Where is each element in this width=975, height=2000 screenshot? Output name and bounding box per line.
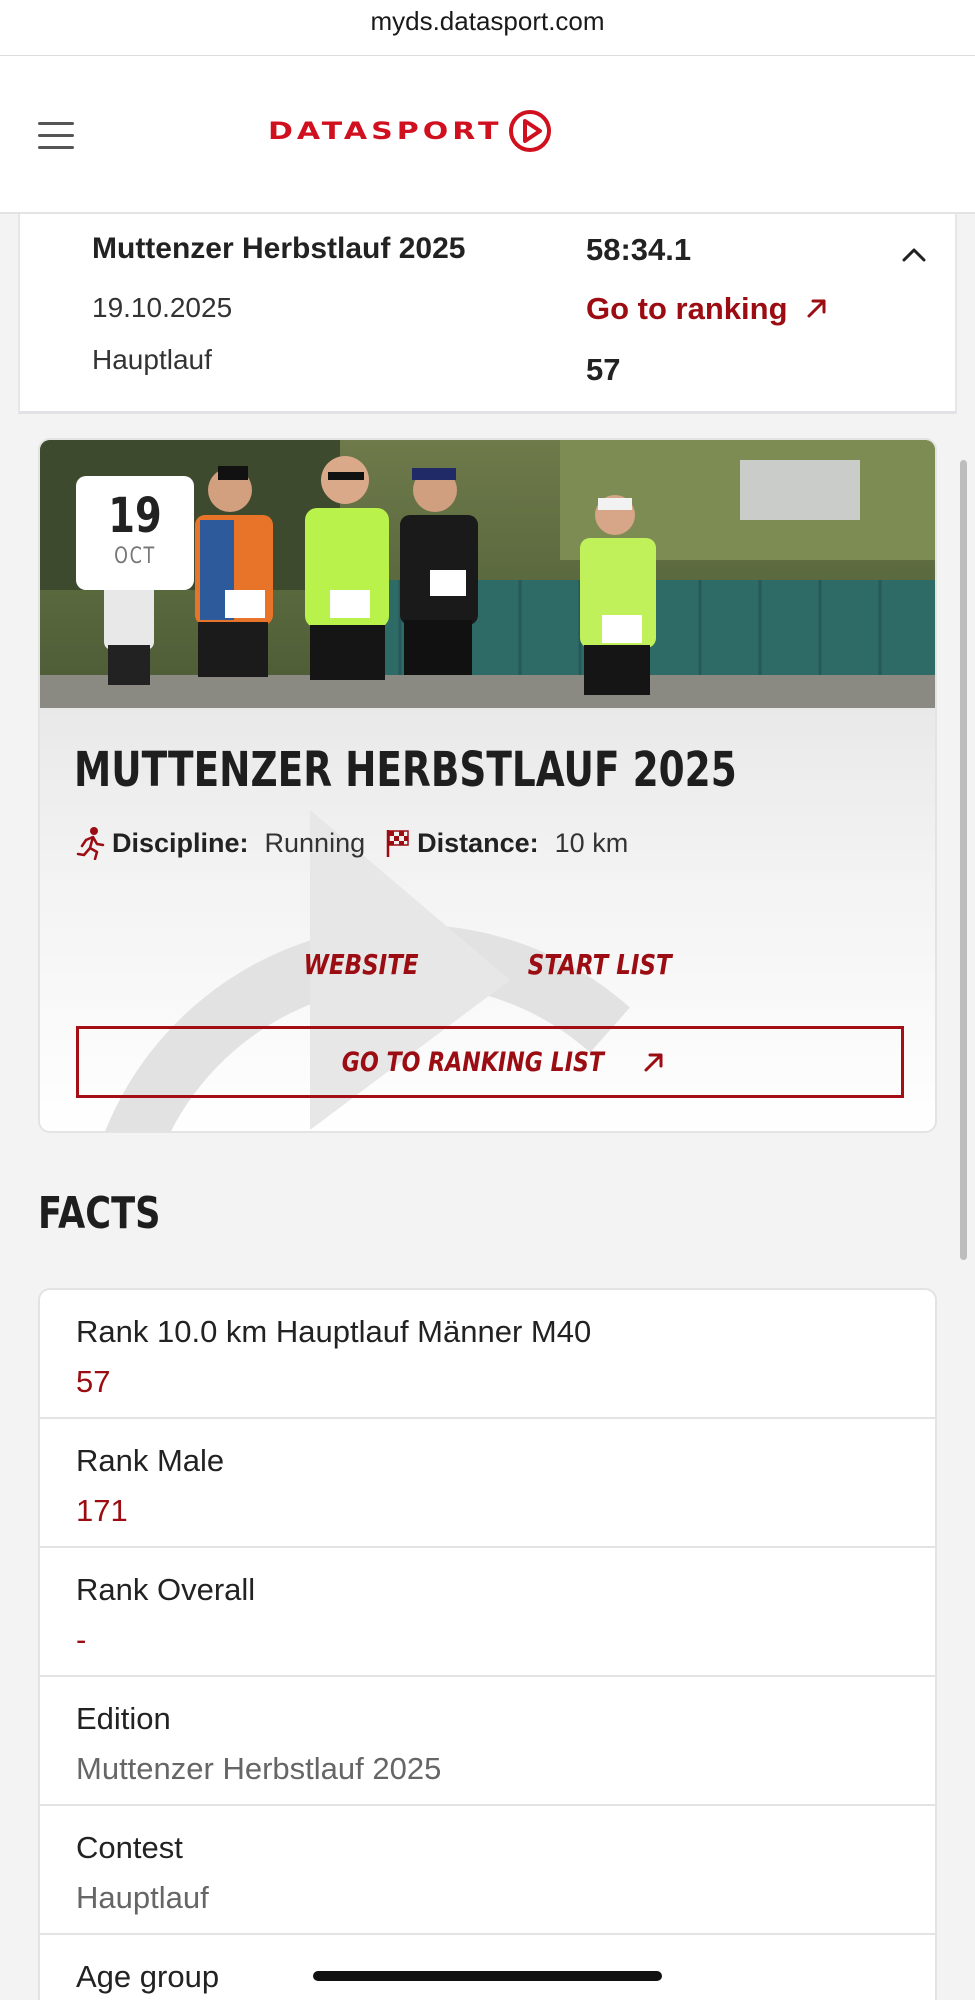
summary-event-title: Muttenzer Herbstlauf 2025 xyxy=(92,232,466,265)
chevron-up-icon[interactable] xyxy=(900,244,928,264)
fact-row: Age group xyxy=(40,1935,935,2000)
event-date-day: 19 xyxy=(108,488,162,544)
fact-value: Muttenzer Herbstlauf 2025 xyxy=(76,1751,442,1786)
fact-row: Rank 10.0 km Hauptlauf Männer M40 57 xyxy=(40,1290,935,1419)
fact-row: Rank Overall - xyxy=(40,1548,935,1677)
summary-contest: Hauptlauf xyxy=(92,344,212,375)
fact-label: Rank 10.0 km Hauptlauf Männer M40 xyxy=(76,1314,592,1349)
facts-list: Rank 10.0 km Hauptlauf Männer M40 57 Ran… xyxy=(38,1288,937,2000)
go-to-ranking-list-button[interactable]: GO TO RANKING LIST xyxy=(76,1026,904,1098)
summary-date: 19.10.2025 xyxy=(92,292,233,323)
fact-label: Rank Overall xyxy=(76,1572,256,1607)
event-links: WEBSITE START LIST xyxy=(40,948,935,981)
runner-icon xyxy=(76,827,105,860)
fact-value: Hauptlauf xyxy=(76,1880,209,1915)
logo-text: DATASPORT xyxy=(268,117,503,145)
fact-label: Contest xyxy=(76,1830,183,1865)
go-to-ranking-label: Go to ranking xyxy=(586,291,788,326)
result-summary-card: Muttenzer Herbstlauf 2025 19.10.2025 Hau… xyxy=(18,214,957,414)
menu-icon[interactable] xyxy=(38,122,74,150)
distance-value: 10 km xyxy=(554,827,629,858)
page-scrollbar[interactable] xyxy=(960,460,967,1260)
home-indicator[interactable] xyxy=(313,1971,662,1981)
event-date-month: OCT xyxy=(114,544,156,569)
facts-heading: FACTS xyxy=(38,1188,161,1239)
arrow-up-right-icon xyxy=(807,299,826,318)
fact-row: Rank Male 171 xyxy=(40,1419,935,1548)
site-header: DATASPORT xyxy=(0,56,975,214)
fact-value: - xyxy=(76,1622,87,1657)
checkered-flag-icon xyxy=(386,830,409,857)
event-hero-image: 19 OCT xyxy=(40,440,935,708)
arrow-up-right-icon xyxy=(644,1053,663,1072)
fact-value: 57 xyxy=(76,1364,111,1399)
summary-time: 58:34.1 xyxy=(586,232,692,267)
browser-url-bar[interactable]: myds.datasport.com xyxy=(0,0,975,56)
discipline-value: Running xyxy=(264,827,366,858)
url-text: myds.datasport.com xyxy=(370,6,605,36)
go-to-ranking-link[interactable]: Go to ranking xyxy=(586,291,830,327)
fact-value: 171 xyxy=(76,1493,128,1528)
fact-row: Edition Muttenzer Herbstlauf 2025 xyxy=(40,1677,935,1806)
fact-row: Contest Hauptlauf xyxy=(40,1806,935,1935)
website-link[interactable]: WEBSITE xyxy=(304,948,419,981)
ranking-button-label: GO TO RANKING LIST xyxy=(341,1046,605,1078)
event-title: MUTTENZER HERBSTLAUF 2025 xyxy=(74,742,737,798)
summary-rank: 57 xyxy=(586,352,621,387)
datasport-play-icon xyxy=(509,110,552,152)
event-date-badge: 19 OCT xyxy=(76,476,194,590)
discipline-label: Discipline: xyxy=(112,827,249,858)
event-meta: Discipline: Running Distance: 10 km xyxy=(76,826,628,860)
event-card: 19 OCT MUTTENZER HERBSTLAUF 2025 Discipl… xyxy=(38,438,937,1133)
start-list-link[interactable]: START LIST xyxy=(528,948,672,981)
distance-label: Distance: xyxy=(417,827,539,858)
fact-label: Rank Male xyxy=(76,1443,225,1478)
datasport-logo[interactable]: DATASPORT xyxy=(268,109,552,153)
fact-label: Edition xyxy=(76,1701,171,1736)
